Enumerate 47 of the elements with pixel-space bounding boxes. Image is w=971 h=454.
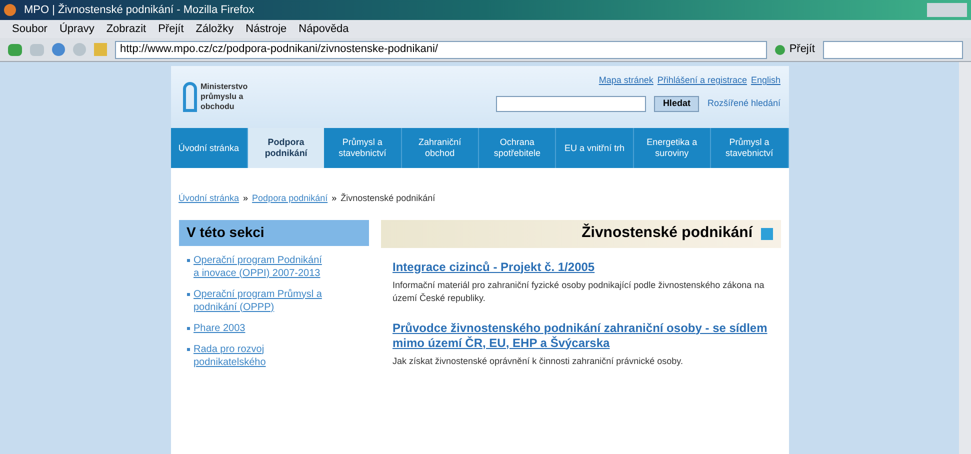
nav-tab[interactable]: EU a vnitřní trh — [556, 128, 634, 168]
search-field[interactable] — [823, 40, 963, 58]
nav-tab[interactable]: Podpora podnikání — [248, 128, 324, 168]
address-field[interactable]: http://www.mpo.cz/cz/podpora-podnikani/zivnostenske-podnikani/ — [115, 40, 768, 58]
header-link[interactable]: English — [750, 74, 780, 88]
article-title-link[interactable]: Integrace cizinců - Projekt č. 1/2005 — [392, 260, 768, 274]
nav-tab[interactable]: Energetika a suroviny — [634, 128, 712, 168]
section-title: Živnostenské podnikání — [582, 222, 752, 244]
sidebar-link[interactable]: Phare 2003 — [194, 322, 324, 334]
bullet-icon — [186, 258, 190, 262]
breadcrumb-item[interactable]: Podpora podnikání — [252, 192, 328, 206]
sidebar-link[interactable]: Operační program Průmysl a podnikání (OPPP) — [194, 288, 324, 314]
nav-tab[interactable]: Ochrana spotřebitele — [479, 128, 556, 168]
menu-item[interactable]: Přejít — [158, 20, 184, 38]
bullet-icon — [186, 326, 190, 330]
menu-item[interactable]: Záložky — [196, 20, 234, 38]
menu-item[interactable]: Nástroje — [246, 20, 287, 38]
article-title-link[interactable]: Průvodce živnostenského podnikání zahraniční osoby - se sídlem mimo území ČR, EU, EHP a Švýcarska — [392, 320, 768, 350]
menu-item[interactable]: Úpravy — [59, 20, 94, 38]
sidebar-title: V této sekci — [178, 220, 368, 246]
menu-item[interactable]: Soubor — [12, 20, 48, 38]
advanced-search-link[interactable]: Rozšířené hledání — [707, 96, 780, 110]
search-button[interactable]: Hledat — [654, 96, 700, 112]
sidebar-link[interactable]: Operační program Podnikání a inovace (OPPI) 2007-2013 — [194, 254, 324, 280]
scrollbar[interactable] — [959, 62, 971, 454]
bullet-icon — [186, 348, 190, 350]
breadcrumb-item[interactable]: Úvodní stránka — [178, 192, 240, 206]
menu-item[interactable]: Nápověda — [298, 20, 349, 38]
article-description: Informační materiál pro zahraniční fyzické osoby podnikající podle živnostenského zákona na území České republiky. — [392, 278, 766, 304]
browser-icon — [4, 4, 16, 16]
breadcrumb-separator: » — [332, 192, 337, 205]
breadcrumb-item: Živnostenské podnikání — [340, 192, 436, 205]
nav-tab[interactable]: Zahraniční obchod — [402, 128, 479, 168]
logo-mark-icon — [182, 82, 196, 112]
window-title: MPO | Živnostenské podnikání - Mozilla Firefox — [24, 2, 256, 18]
breadcrumb-separator: » — [243, 192, 248, 205]
site-search-field[interactable] — [496, 96, 646, 112]
sidebar-link[interactable]: Rada pro rozvoj podnikatelského — [194, 342, 324, 368]
go-button[interactable]: Přejít — [775, 41, 815, 58]
nav-tab[interactable]: Průmysl a stavebnictví — [711, 128, 788, 168]
article-description: Jak získat živnostenské oprávnění k činnosti zahraniční právnické osoby. — [392, 354, 684, 368]
header-link[interactable]: Mapa stránek — [598, 74, 654, 88]
menu-item[interactable]: Zobrazit — [106, 20, 146, 38]
nav-tab[interactable]: Průmysl a stavebnictví — [324, 128, 402, 168]
header-link[interactable]: Přihlášení a registrace — [657, 74, 747, 88]
bullet-icon — [186, 292, 190, 296]
logo-text: Ministerstvo průmyslu a obchodu — [200, 82, 249, 112]
